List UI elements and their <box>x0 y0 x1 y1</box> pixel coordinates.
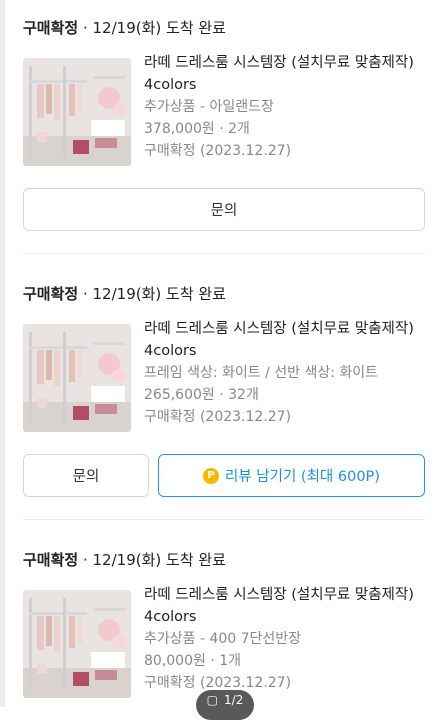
write-review-button[interactable]: P 리뷰 남기기 (최대 600P) <box>158 454 425 497</box>
pager-label: 1/2 <box>224 693 244 707</box>
order-card-3: 구매확정 · 12/19(화) 도착 완료 라떼 드레스룸 시스템장 (설치무료… <box>23 550 426 698</box>
product-thumbnail[interactable] <box>23 58 131 166</box>
purchase-confirm-date: 구매확정 (2023.12.27) <box>144 675 292 691</box>
product-title[interactable]: 라떼 드레스룸 시스템장 (설치무료 맞춤제작) 4colors <box>144 52 426 96</box>
order-status: 구매확정 <box>23 19 79 37</box>
write-review-label: 리뷰 남기기 (최대 600P) <box>225 469 380 485</box>
order-header: 구매확정 · 12/19(화) 도착 완료 <box>23 19 226 37</box>
product-option: 추가상품 - 아일랜드장 <box>144 99 274 115</box>
product-title[interactable]: 라떼 드레스룸 시스템장 (설치무료 맞춤제작) 4colors <box>144 318 426 362</box>
purchase-confirm-date: 구매확정 (2023.12.27) <box>144 409 292 425</box>
order-actions: 문의 P 리뷰 남기기 (최대 600P) <box>23 454 425 497</box>
divider <box>23 253 425 254</box>
order-card-1: 구매확정 · 12/19(화) 도착 완료 라떼 드레스룸 시스템장 (설치무료… <box>23 18 426 231</box>
delivery-info: 12/19(화) 도착 완료 <box>92 19 226 37</box>
order-header: 구매확정 · 12/19(화) 도착 완료 <box>23 285 226 303</box>
delivery-info: 12/19(화) 도착 완료 <box>92 285 226 303</box>
product-price-qty: 80,000원 · 1개 <box>144 653 242 669</box>
order-actions: 문의 <box>23 188 425 231</box>
product-option: 추가상품 - 400 7단선반장 <box>144 631 302 647</box>
image-icon: ▢ <box>206 693 219 707</box>
product-thumbnail[interactable] <box>23 590 131 698</box>
delivery-info: 12/19(화) 도착 완료 <box>92 551 226 569</box>
product-price-qty: 378,000원 · 2개 <box>144 121 250 137</box>
divider <box>23 519 425 520</box>
order-status: 구매확정 <box>23 551 79 569</box>
product-info: 라떼 드레스룸 시스템장 (설치무료 맞춤제작) 4colors 추가상품 - … <box>144 584 426 694</box>
product-item[interactable]: 라떼 드레스룸 시스템장 (설치무료 맞춤제작) 4colors 프레임 색상:… <box>23 318 426 432</box>
product-title[interactable]: 라떼 드레스룸 시스템장 (설치무료 맞춤제작) 4colors <box>144 584 426 628</box>
inquiry-button[interactable]: 문의 <box>23 454 149 497</box>
order-header: 구매확정 · 12/19(화) 도착 완료 <box>23 551 226 569</box>
inquiry-button[interactable]: 문의 <box>23 188 425 231</box>
order-status: 구매확정 <box>23 285 79 303</box>
product-option: 프레임 색상: 화이트 / 선반 색상: 화이트 <box>144 365 379 381</box>
order-card-2: 구매확정 · 12/19(화) 도착 완료 라떼 드레스룸 시스템장 (설치무료… <box>23 284 426 497</box>
product-info: 라떼 드레스룸 시스템장 (설치무료 맞춤제작) 4colors 프레임 색상:… <box>144 318 426 428</box>
left-rail <box>0 0 5 707</box>
product-info: 라떼 드레스룸 시스템장 (설치무료 맞춤제작) 4colors 추가상품 - … <box>144 52 426 162</box>
image-pager[interactable]: ▢ 1/2 <box>196 690 254 720</box>
point-coin-icon: P <box>203 467 220 484</box>
product-price-qty: 265,600원 · 32개 <box>144 387 259 403</box>
product-item[interactable]: 라떼 드레스룸 시스템장 (설치무료 맞춤제작) 4colors 추가상품 - … <box>23 52 426 166</box>
product-item[interactable]: 라떼 드레스룸 시스템장 (설치무료 맞춤제작) 4colors 추가상품 - … <box>23 584 426 698</box>
product-thumbnail[interactable] <box>23 324 131 432</box>
purchase-confirm-date: 구매확정 (2023.12.27) <box>144 143 292 159</box>
